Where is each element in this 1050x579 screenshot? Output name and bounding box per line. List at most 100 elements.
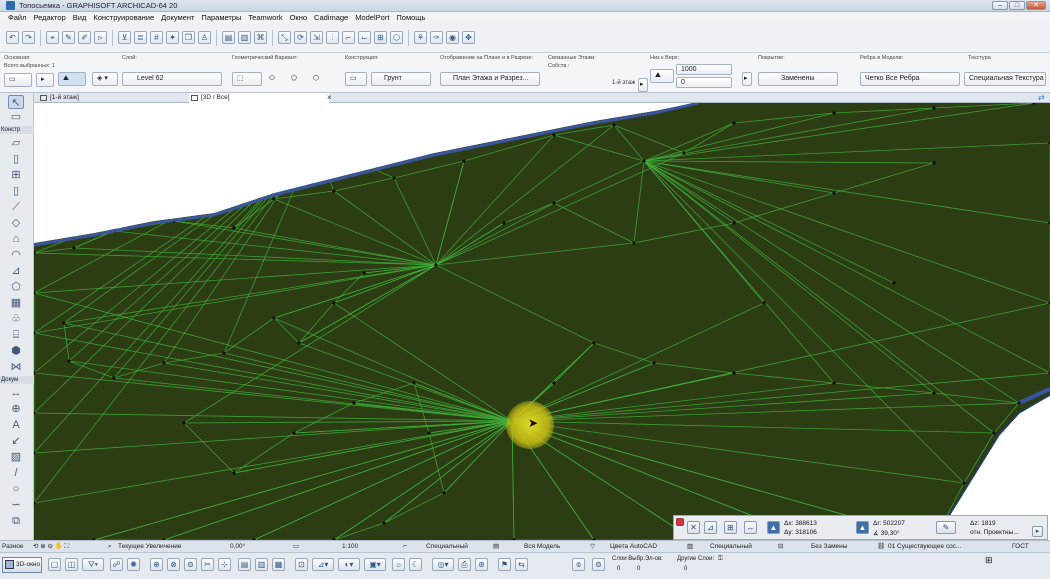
mesh-vertex[interactable] <box>732 121 736 125</box>
layer-combination-icon[interactable]: ⟃ <box>572 558 585 571</box>
mesh-vertex[interactable] <box>762 301 766 305</box>
filter-icon[interactable]: ⊜ <box>184 558 197 571</box>
trace-icon[interactable]: ⊡ <box>295 558 308 571</box>
floor-plan-icon[interactable]: ▤ <box>222 31 235 44</box>
dimension-set-value[interactable]: Специальный <box>710 542 752 552</box>
teamwork-icon[interactable]: ⇆ <box>515 558 528 571</box>
mesh-vertex[interactable] <box>932 391 936 395</box>
layer-lock-icon[interactable]: ⚿ <box>718 556 723 563</box>
layer-dropdown[interactable]: Level 62 <box>122 72 222 86</box>
spline-tool-icon[interactable]: ∽ <box>8 498 24 512</box>
mesh-vertex[interactable] <box>642 159 646 163</box>
dimension-tool-icon[interactable]: ↔ <box>8 386 24 400</box>
menu-document[interactable]: Документ <box>161 13 194 22</box>
mesh-vertex[interactable] <box>652 361 656 365</box>
mesh-vertex[interactable] <box>462 159 466 163</box>
display-dropdown[interactable]: План Этажа и Разрез... <box>440 72 540 86</box>
mesh-vertex[interactable] <box>62 321 66 325</box>
geometry-flat-button[interactable]: ⬚ <box>232 72 262 86</box>
navigation-icon[interactable]: ✥ <box>462 31 475 44</box>
mesh-vertex[interactable] <box>112 376 116 380</box>
model-view-value[interactable]: Вся Модель <box>524 542 560 552</box>
text-tool-icon[interactable]: A <box>8 418 24 432</box>
show-all-icon[interactable]: ⊗ <box>167 558 180 571</box>
bottom-elevation-input[interactable]: 0 <box>676 77 732 88</box>
menu-cadimage[interactable]: Cadimage <box>314 13 348 22</box>
mesh-tool-icon[interactable]: ⊿ <box>8 264 24 278</box>
layer-settings-icon[interactable]: ⚑ <box>498 558 511 571</box>
mesh-vertex[interactable] <box>732 371 736 375</box>
structure-type-button[interactable]: ▭ <box>345 72 367 86</box>
mesh-vertex[interactable] <box>352 401 356 405</box>
wall-tool-icon[interactable]: ▱ <box>8 136 24 150</box>
elevation-view-icon[interactable]: ▦ <box>272 558 285 571</box>
door-tool-icon[interactable]: ▯ <box>8 152 24 166</box>
floor-reference-button[interactable]: ▸ <box>638 78 648 92</box>
axonometry-icon[interactable]: ◫ <box>65 558 78 571</box>
fill-tool-icon[interactable]: ▨ <box>8 450 24 464</box>
mesh-vertex[interactable] <box>297 341 301 345</box>
relative-coords-icon[interactable]: ↔ <box>744 521 757 534</box>
sun-icon[interactable]: ☼ <box>392 558 405 571</box>
menu-help[interactable]: Помощь <box>396 13 425 22</box>
shell-tool-icon[interactable]: ◠ <box>8 248 24 262</box>
mesh-vertex[interactable] <box>392 176 396 180</box>
elevation-ref-button[interactable]: ▸ <box>742 72 752 86</box>
undo-icon[interactable]: ↶ <box>6 31 19 44</box>
mesh-vertex[interactable] <box>832 381 836 385</box>
cancel-input-icon[interactable]: ✕ <box>687 521 700 534</box>
mesh-vertex[interactable] <box>442 491 446 495</box>
drawing-standard-value[interactable]: ГОСТ <box>1012 542 1029 552</box>
tab-floor-plan[interactable]: [1-й этаж] <box>38 93 178 103</box>
menu-options[interactable]: Параметры <box>201 13 241 22</box>
edges-dropdown[interactable]: Четко Все Ребра <box>860 72 960 86</box>
mesh-vertex[interactable] <box>272 197 276 201</box>
circle-tool-icon[interactable]: ○ <box>8 482 24 496</box>
minimize-button[interactable]: – <box>992 1 1008 10</box>
graphic-override-value[interactable]: Без Замены <box>811 542 847 552</box>
reference-level-value[interactable]: отн. Проектны... <box>970 529 1019 536</box>
texture-dropdown[interactable]: Специальная Текстура <box>964 72 1046 86</box>
brush-icon[interactable]: ✑ <box>430 31 443 44</box>
beam-tool-icon[interactable]: ⟋ <box>8 200 24 214</box>
mesh-vertex[interactable] <box>682 151 686 155</box>
pencil-icon[interactable]: ✐ <box>78 31 91 44</box>
surface-dropdown[interactable]: Заменены <box>758 72 838 86</box>
geometry-surface-button[interactable]: ⬡ <box>308 72 328 86</box>
mesh-vertex[interactable] <box>182 421 186 425</box>
lock-r-icon[interactable]: ▲ <box>856 521 869 534</box>
maximize-button[interactable]: □ <box>1009 1 1025 10</box>
style-icon[interactable]: ◐▾ <box>338 558 360 571</box>
slab-tool-icon[interactable]: ◇ <box>8 216 24 230</box>
curtain-wall-tool-icon[interactable]: ▦ <box>8 296 24 310</box>
mesh-vertex[interactable] <box>502 221 506 225</box>
mesh-vertex[interactable] <box>552 133 556 137</box>
ib-element-button[interactable]: ◈ ▾ <box>92 72 118 86</box>
top-elevation-input[interactable]: 1000 <box>676 64 732 75</box>
mesh-vertex[interactable] <box>292 431 296 435</box>
current-zoom-label[interactable]: Текущее Увеличение <box>118 542 182 552</box>
layout-icon[interactable]: ▣▾ <box>364 558 386 571</box>
pen-set-value[interactable]: Специальный <box>426 542 468 552</box>
zone-tool-icon[interactable]: ⬠ <box>8 280 24 294</box>
offset-icon[interactable]: ⌐ <box>342 31 355 44</box>
ib-settings-button[interactable]: ⛰ <box>58 72 86 86</box>
redo-icon[interactable]: ↷ <box>22 31 35 44</box>
hide-elements-icon[interactable]: ⊕ <box>150 558 163 571</box>
cutting-plane-icon[interactable]: ✂ <box>201 558 214 571</box>
figure-tool-icon[interactable]: ⧉ <box>8 514 24 528</box>
shadow-icon[interactable]: ☾ <box>409 558 422 571</box>
render-icon[interactable]: ◉ <box>446 31 459 44</box>
mesh-vertex[interactable] <box>382 521 386 525</box>
tab-3d-view[interactable]: [3D / Все] <box>189 93 329 103</box>
ib-arrow-button[interactable]: ▸ <box>36 73 54 87</box>
arrow-tool-icon[interactable]: ↖ <box>8 95 24 109</box>
drag-icon[interactable]: ⤡ <box>278 31 291 44</box>
fillet-icon[interactable]: ⌙ <box>358 31 371 44</box>
mesh-vertex[interactable] <box>612 123 616 127</box>
label-tool-icon[interactable]: ↙ <box>8 434 24 448</box>
menu-teamwork[interactable]: Teamwork <box>248 13 282 22</box>
camera-icon[interactable]: ⛛▾ <box>82 558 104 571</box>
layer-icon[interactable]: ≣ <box>134 31 147 44</box>
column-tool-icon[interactable]: ▯ <box>8 184 24 198</box>
